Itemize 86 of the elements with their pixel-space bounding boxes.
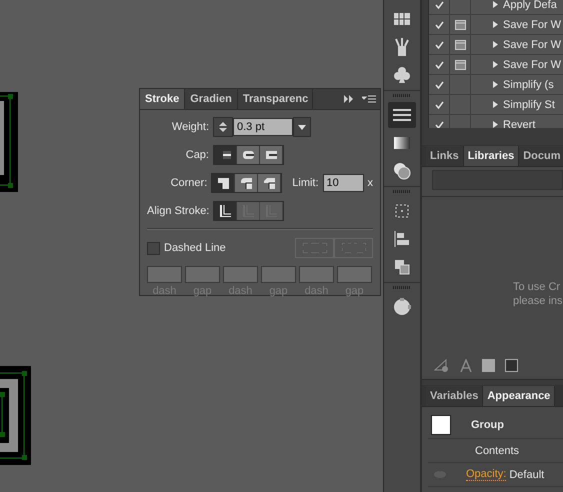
circles-icon [393,162,411,180]
action-label: Simplify St [503,98,555,110]
dash-field[interactable] [299,266,334,283]
grip-icon [393,286,411,289]
field-label: Limit: [292,177,319,189]
dash-field[interactable] [223,266,258,283]
corner-option[interactable] [258,174,282,192]
expand-icon [493,81,498,88]
miter-join-icon [217,177,230,189]
action-label: Save For W [503,38,562,50]
limit-field[interactable]: 10 [322,174,364,192]
dash-field[interactable] [337,266,372,283]
row-label: Contents [475,444,520,456]
expand-icon [493,61,498,68]
expand-icon[interactable] [344,95,354,103]
grid-icon [394,13,410,25]
action-row[interactable]: Save For W [429,15,563,35]
corner-option[interactable] [212,174,236,192]
round-join-icon [240,177,252,189]
transform-icon [394,203,410,219]
corner-option[interactable] [235,174,258,192]
shape-icon[interactable] [434,358,450,372]
expand-icon [493,101,498,108]
action-row[interactable]: Save For W [429,35,563,55]
dash-label: gap [344,285,365,297]
stepper-button[interactable] [213,117,233,137]
action-row[interactable]: Simplify St [429,95,563,115]
checkbox-label: Dashed Line [164,242,226,254]
fill-swatch [431,415,451,435]
action-label: Save For W [503,58,562,70]
text-icon[interactable] [460,358,472,372]
object-label: Group [471,419,504,431]
dash-label: gap [192,285,213,297]
dash-field[interactable] [147,266,182,283]
square-cap-icon [265,150,277,160]
bevel-join-icon [263,177,276,189]
panel-tab[interactable]: Stroke [140,89,186,109]
attribute-link[interactable]: Opacity: [466,468,506,481]
dropdown-button[interactable] [293,117,311,137]
cap-option[interactable] [260,146,283,164]
dash-field[interactable] [185,266,220,283]
unit-label: x [368,177,373,189]
align-option[interactable] [214,202,237,220]
brush-cup-icon [395,38,409,56]
field-label: Cap: [184,149,209,161]
fill-swatch-icon[interactable] [482,358,495,372]
field-label: Align Stroke: [147,205,209,217]
caret-icon [298,124,306,130]
dash-label: gap [268,285,289,297]
expand-icon [493,1,498,8]
grip-icon [393,190,411,193]
pathfinder-icon [394,259,410,275]
expand-icon [493,121,498,128]
action-label: Save For W [503,18,562,30]
navigator-icon [393,298,411,316]
align-center-icon [219,205,231,217]
cap-option[interactable] [214,146,237,164]
panel-tab[interactable]: Appearance [483,386,556,406]
action-label: Revert [503,118,536,128]
message-text: To use Cr [513,281,562,293]
grip-icon [393,94,411,97]
menu-icon[interactable] [362,95,376,103]
weight-field[interactable]: 0.3 pt [233,118,293,136]
message-text: please ins [513,295,563,307]
gradient-icon [394,137,410,149]
panel-button[interactable] [388,102,416,128]
field-label: Corner: [170,177,208,189]
expand-icon [493,21,498,28]
round-cap-icon [242,150,254,160]
field-label: Weight: [170,121,209,133]
panel-tab[interactable]: Libraries [464,146,520,166]
action-row[interactable]: Simplify (s [429,75,563,95]
action-label: Simplify (s [503,78,554,90]
stepper-icon [219,121,227,133]
dash-align-icon [342,243,366,253]
checkbox[interactable] [147,242,160,254]
expand-icon [493,41,498,48]
dash-field[interactable] [261,266,296,283]
club-icon [394,66,410,84]
align-icon [394,231,410,247]
stroke-swatch-icon[interactable] [505,358,518,372]
attribute-value: Default [509,468,544,480]
lines-icon [393,108,411,122]
cap-option[interactable] [237,146,260,164]
dash-corners-icon [302,243,326,253]
action-row[interactable]: Save For W [429,55,563,75]
